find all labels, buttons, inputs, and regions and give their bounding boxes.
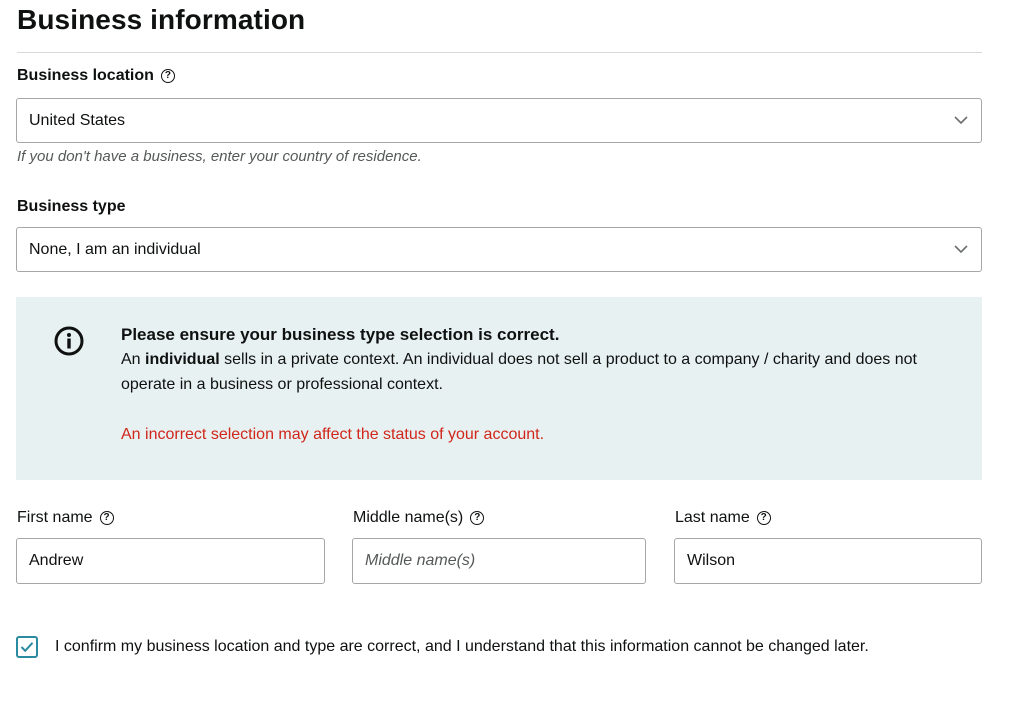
alert-content: Please ensure your business type selecti… [121,322,951,447]
last-name-label-text: Last name [675,509,750,526]
first-name-field[interactable] [16,538,325,584]
chevron-down-icon [953,113,969,129]
middle-name-label-text: Middle name(s) [353,509,464,526]
confirm-checkbox[interactable] [16,636,38,658]
alert-body-post: sells in a private context. An individua… [121,351,917,393]
business-location-label: Business location ? [17,67,175,85]
business-location-value: United States [29,111,126,129]
page-title: Business information [17,4,306,35]
help-icon[interactable]: ? [470,511,485,525]
last-name-label: Last name ? [675,509,771,527]
first-name-label-text: First name [17,509,93,526]
info-icon [54,326,84,356]
alert-body: An individual sells in a private context… [121,347,951,397]
middle-name-field[interactable] [352,538,646,584]
title-divider [17,52,982,53]
alert-body-bold: individual [145,351,220,368]
alert-heading: Please ensure your business type selecti… [121,325,560,344]
business-type-label-text: Business type [17,198,126,215]
business-location-label-text: Business location [17,67,154,84]
chevron-down-icon [953,242,969,258]
business-type-label: Business type [17,198,125,216]
help-icon[interactable]: ? [756,511,771,525]
first-name-label: First name ? [17,509,114,527]
business-location-hint: If you don't have a business, enter your… [17,148,422,165]
help-icon[interactable]: ? [99,511,114,525]
check-icon [20,642,34,653]
alert-warning: An incorrect selection may affect the st… [121,426,545,443]
business-type-select[interactable]: None, I am an individual [16,227,982,272]
middle-name-label: Middle name(s) ? [353,509,485,527]
confirm-text: I confirm my business location and type … [55,638,869,655]
help-icon[interactable]: ? [160,69,175,83]
business-location-select[interactable]: United States [16,98,982,143]
alert-body-pre: An [121,351,146,368]
last-name-field[interactable] [674,538,982,584]
business-type-value: None, I am an individual [29,240,201,258]
